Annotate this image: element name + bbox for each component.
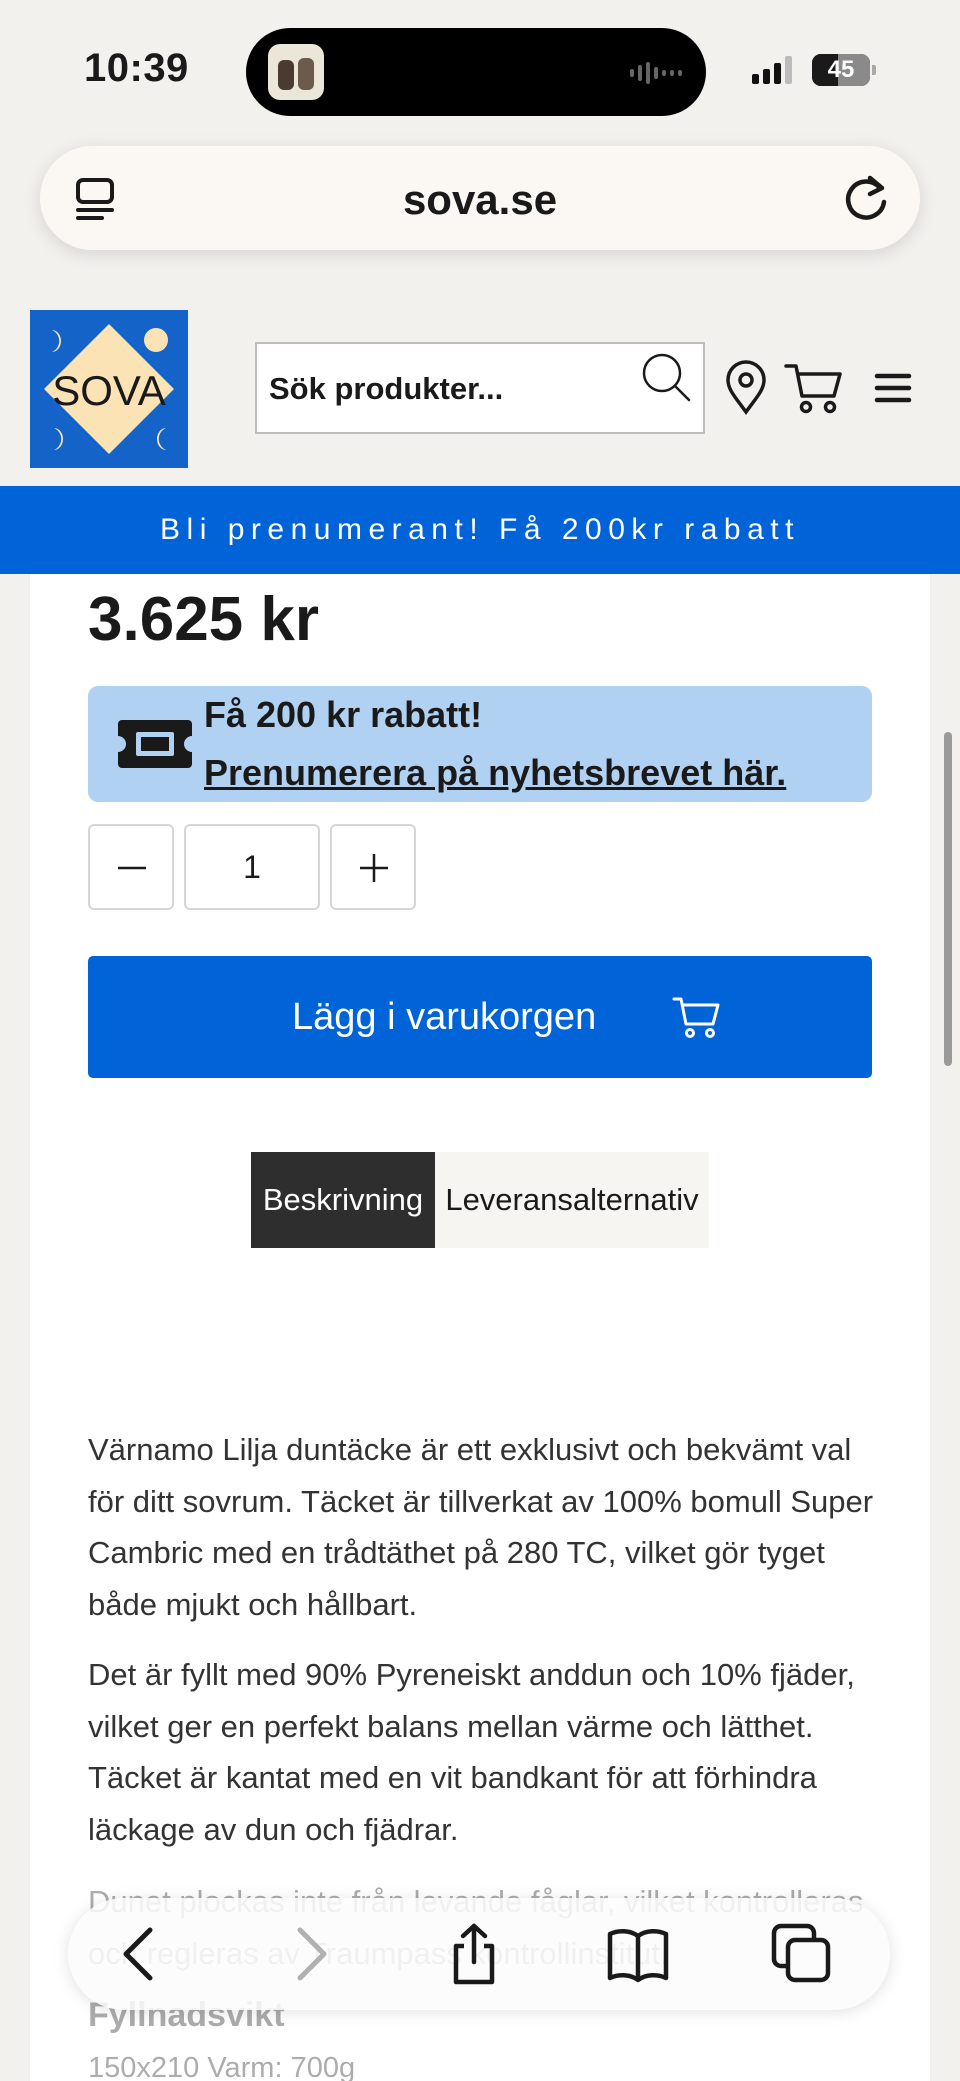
battery-level: 45 [827, 56, 855, 83]
sova-logo[interactable]: SOVA [30, 310, 188, 468]
page-scrollbar[interactable] [944, 732, 952, 1066]
tabs-overview-icon[interactable] [770, 1922, 834, 1986]
battery-icon: 45 [812, 54, 876, 86]
fill-weight-value: 150x210 Varm: 700g [88, 2052, 356, 2081]
quantity-increase-button[interactable] [330, 824, 416, 910]
newsletter-coupon-box: Få 200 kr rabatt! Prenumerera på nyhetsb… [88, 686, 872, 802]
hamburger-menu-icon[interactable] [874, 360, 912, 416]
cart-icon[interactable] [784, 360, 844, 416]
product-details: 3.625 kr Få 200 kr rabatt! Prenumerera p… [30, 574, 930, 2081]
search-input[interactable] [269, 364, 629, 414]
status-time: 10:39 [84, 46, 189, 90]
url-text[interactable]: sova.se [40, 176, 920, 224]
cellular-signal-icon [752, 56, 792, 84]
add-to-cart-button[interactable]: Lägg i varukorgen [88, 956, 872, 1078]
cart-icon [672, 997, 720, 1038]
site-header: SOVA [0, 290, 960, 486]
search-box[interactable] [255, 342, 705, 434]
browser-toolbar [68, 1898, 890, 2010]
tab-delivery-options[interactable]: Leveransalternativ [435, 1152, 709, 1248]
now-playing-artwork-icon [268, 44, 324, 100]
description-paragraph: Värnamo Lilja duntäcke är ett exklusivt … [88, 1432, 874, 1622]
quantity-decrease-button[interactable] [88, 824, 174, 910]
newsletter-signup-link[interactable]: Prenumerera på nyhetsbrevet här. [204, 752, 786, 794]
share-icon[interactable] [442, 1922, 506, 1986]
reload-icon[interactable] [840, 172, 892, 224]
add-to-cart-label: Lägg i varukorgen [292, 996, 597, 1038]
dynamic-island [246, 28, 706, 116]
product-price: 3.625 kr [88, 585, 319, 654]
audio-waveform-icon [630, 62, 682, 84]
tab-description[interactable]: Beskrivning [251, 1152, 435, 1248]
search-icon[interactable] [637, 350, 697, 410]
status-bar: 10:39 45 [0, 0, 960, 140]
store-locator-icon[interactable] [722, 360, 770, 416]
bookmarks-icon[interactable] [606, 1922, 670, 1986]
coupon-title: Få 200 kr rabatt! [204, 694, 483, 735]
plus-icon [360, 854, 388, 882]
back-icon[interactable] [110, 1922, 174, 1986]
forward-icon[interactable] [276, 1922, 340, 1986]
subscribe-promo-banner[interactable]: Bli prenumerant! Få 200kr rabatt [0, 486, 960, 574]
quantity-input[interactable]: 1 [184, 824, 320, 910]
address-bar[interactable]: sova.se [40, 146, 920, 250]
description-paragraph: Det är fyllt med 90% Pyreneiskt anddun o… [88, 1657, 855, 1847]
logo-text: SOVA [52, 367, 166, 414]
ticket-icon [118, 720, 192, 768]
minus-icon [118, 866, 146, 870]
